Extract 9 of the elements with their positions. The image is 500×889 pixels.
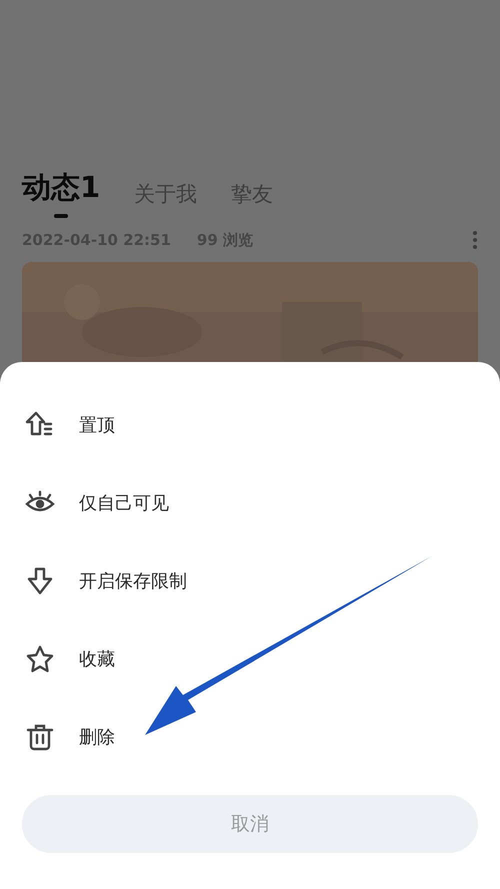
menu-item[interactable]: 仅自己可见	[0, 464, 500, 542]
star-icon	[24, 644, 56, 674]
menu-item[interactable]: 删除	[0, 698, 500, 776]
menu-item[interactable]: 置顶	[0, 386, 500, 464]
profile-tab[interactable]: 动态1	[22, 168, 100, 218]
more-icon[interactable]	[472, 230, 478, 250]
menu-item[interactable]: 收藏	[0, 620, 500, 698]
trash-icon	[24, 722, 56, 752]
menu-item[interactable]: 开启保存限制	[0, 542, 500, 620]
